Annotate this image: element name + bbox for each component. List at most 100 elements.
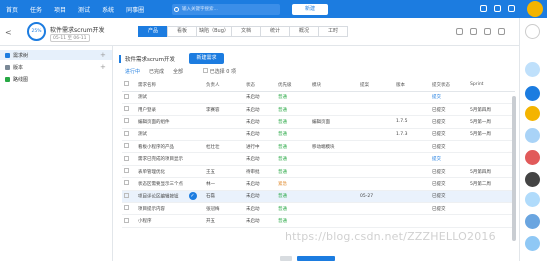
nav-tests[interactable]: 测试 xyxy=(78,5,90,14)
back-arrow-icon[interactable]: < xyxy=(5,28,12,37)
col-sprint[interactable]: Sprint xyxy=(468,79,515,92)
cell-name-text: 项目评论区编辑按钮 xyxy=(138,194,179,200)
nav-colleagues[interactable]: 同事圈 xyxy=(126,5,144,14)
share-icon[interactable] xyxy=(484,28,491,35)
grid-icon[interactable] xyxy=(480,5,487,12)
pin-icon[interactable] xyxy=(525,24,540,39)
table-row[interactable]: 用户登录 李赛容 未启动 普通 已提交 5月第四周 xyxy=(122,103,515,117)
add-icon[interactable]: + xyxy=(100,63,106,71)
help-icon[interactable] xyxy=(494,5,501,12)
table-row[interactable]: 测试 未启动 普通 提交 xyxy=(122,91,515,104)
table-row[interactable]: 状态区需要显示三个点 林一 未启动 紧急 已提交 5月第二周 xyxy=(122,177,515,191)
member-avatar[interactable] xyxy=(525,86,540,101)
member-avatar[interactable] xyxy=(525,214,540,229)
more-icon[interactable] xyxy=(498,28,505,35)
tab-product[interactable]: 产品 xyxy=(138,26,168,37)
row-checkbox[interactable] xyxy=(124,118,129,124)
row-checkbox[interactable] xyxy=(124,168,129,174)
cell-version xyxy=(394,91,430,104)
member-avatar[interactable] xyxy=(525,106,540,121)
member-avatar[interactable] xyxy=(525,128,540,143)
row-checkbox[interactable] xyxy=(124,130,129,136)
row-checkbox[interactable] xyxy=(124,155,129,161)
col-name[interactable]: 需求名称 xyxy=(136,79,204,92)
user-avatar[interactable] xyxy=(527,1,543,17)
row-checkbox[interactable] xyxy=(124,106,129,112)
col-status[interactable]: 状态 xyxy=(244,79,276,92)
table-row[interactable]: 小程序 开五 未启动 普通 xyxy=(122,214,515,228)
tab-worktime[interactable]: 工时 xyxy=(318,26,348,37)
table-row[interactable]: 测试 未启动 普通 1.7.3 已提交 5月第一周 xyxy=(122,128,515,142)
table-row[interactable]: 看板小程序的产品 杜壮壮 进行中 普通 移动端模块 已提交 xyxy=(122,140,515,154)
tree-item-versions[interactable]: 版本 xyxy=(5,62,23,72)
col-module[interactable]: 模块 xyxy=(310,79,358,92)
header-checkbox[interactable] xyxy=(124,81,129,87)
filter-done[interactable]: 已完成 xyxy=(149,68,164,75)
cell-name[interactable]: 测试 xyxy=(136,91,204,104)
tab-stats[interactable]: 统计 xyxy=(260,26,290,37)
table-row[interactable]: 项目提示内容 张冠梅 未启动 普通 已提交 xyxy=(122,202,515,216)
add-requirement-button[interactable]: 新建需求 xyxy=(189,53,224,64)
search-input[interactable]: 输入关键字搜索... xyxy=(172,4,280,15)
col-owner[interactable]: 负责人 xyxy=(204,79,244,92)
bell-icon[interactable] xyxy=(508,5,515,12)
table-row[interactable]: 编辑页面的组件 未启动 普通 编辑页面 1.7.5 已提交 5月第一周 xyxy=(122,115,515,129)
row-checkbox[interactable] xyxy=(124,93,129,99)
col-version[interactable]: 版本 xyxy=(394,79,430,92)
cell-name[interactable]: 看板小程序的产品 xyxy=(136,140,204,154)
check-icon[interactable]: ✓ xyxy=(188,192,197,201)
tab-docs[interactable]: 文档 xyxy=(231,26,261,37)
star-icon[interactable] xyxy=(470,28,477,35)
cell-name[interactable]: 小程序 xyxy=(136,214,204,228)
member-avatar[interactable] xyxy=(525,172,540,187)
tab-overview[interactable]: 概况 xyxy=(289,26,319,37)
cell-name[interactable]: 测试 xyxy=(136,128,204,142)
table-row[interactable]: 项目评论区编辑按钮 ✓ 石磊 未启动 普通 05-27 已提交 xyxy=(122,190,515,204)
nav-system[interactable]: 系统 xyxy=(102,5,114,14)
member-avatar[interactable] xyxy=(525,192,540,207)
tab-kanban[interactable]: 看板 xyxy=(167,26,197,37)
add-icon[interactable]: + xyxy=(100,51,106,59)
member-avatar[interactable] xyxy=(525,236,540,251)
cell-name[interactable]: 编辑页面的组件 xyxy=(136,115,204,129)
new-button[interactable]: 新建 xyxy=(292,4,328,15)
col-submit[interactable]: 提交状态 xyxy=(430,79,468,92)
tree-item-roadmap[interactable]: 路线图 xyxy=(5,74,28,84)
row-checkbox[interactable] xyxy=(124,205,129,211)
row-checkbox[interactable] xyxy=(124,217,129,223)
project-title: 软件需求scrum开发 xyxy=(50,27,105,34)
nav-home[interactable]: 首页 xyxy=(6,5,18,14)
cell-name[interactable]: 项目评论区编辑按钮 ✓ xyxy=(136,190,204,204)
cell-submit: 已提交 xyxy=(430,190,468,204)
table-row[interactable]: 表单管理优化 王五 待审批 普通 已提交 5月第四周 xyxy=(122,165,515,179)
member-avatar[interactable] xyxy=(525,62,540,77)
row-checkbox[interactable] xyxy=(124,143,129,149)
nav-tasks[interactable]: 任务 xyxy=(30,5,42,14)
col-proposal[interactable]: 提案 xyxy=(358,79,394,92)
cell-name[interactable]: 状态区需要显示三个点 xyxy=(136,177,204,191)
cell-name[interactable]: 项目提示内容 xyxy=(136,202,204,216)
selected-count: 已选择 0 项 xyxy=(203,68,236,75)
row-checkbox[interactable] xyxy=(124,192,129,198)
scrollbar[interactable] xyxy=(512,96,516,241)
cell-status: 未启动 xyxy=(244,190,276,204)
cell-name-text: 状态区需要显示三个点 xyxy=(138,181,183,187)
edit-icon[interactable] xyxy=(456,28,463,35)
cell-name[interactable]: 用户登录 xyxy=(136,103,204,117)
filter-in-progress[interactable]: 进行中 xyxy=(125,68,140,75)
table-row[interactable]: 需求已完成的项目显示 未启动 普通 提交 xyxy=(122,152,515,166)
cell-name[interactable]: 需求已完成的项目显示 xyxy=(136,152,204,166)
nav-projects[interactable]: 项目 xyxy=(54,5,66,14)
select-all-checkbox[interactable] xyxy=(203,68,208,73)
pager-current[interactable] xyxy=(297,256,335,261)
pager-prev[interactable] xyxy=(280,256,292,261)
cell-version xyxy=(394,177,430,191)
member-avatar[interactable] xyxy=(525,150,540,165)
filter-all[interactable]: 全部 xyxy=(173,68,183,75)
col-priority[interactable]: 优先级 xyxy=(276,79,310,92)
tab-bug[interactable]: 缺陷（Bug） xyxy=(196,26,232,37)
tree-item-requirements[interactable]: 需求树 xyxy=(0,50,112,60)
cell-name[interactable]: 表单管理优化 xyxy=(136,165,204,179)
row-checkbox[interactable] xyxy=(124,180,129,186)
cell-owner-text: 石磊 xyxy=(206,194,215,200)
